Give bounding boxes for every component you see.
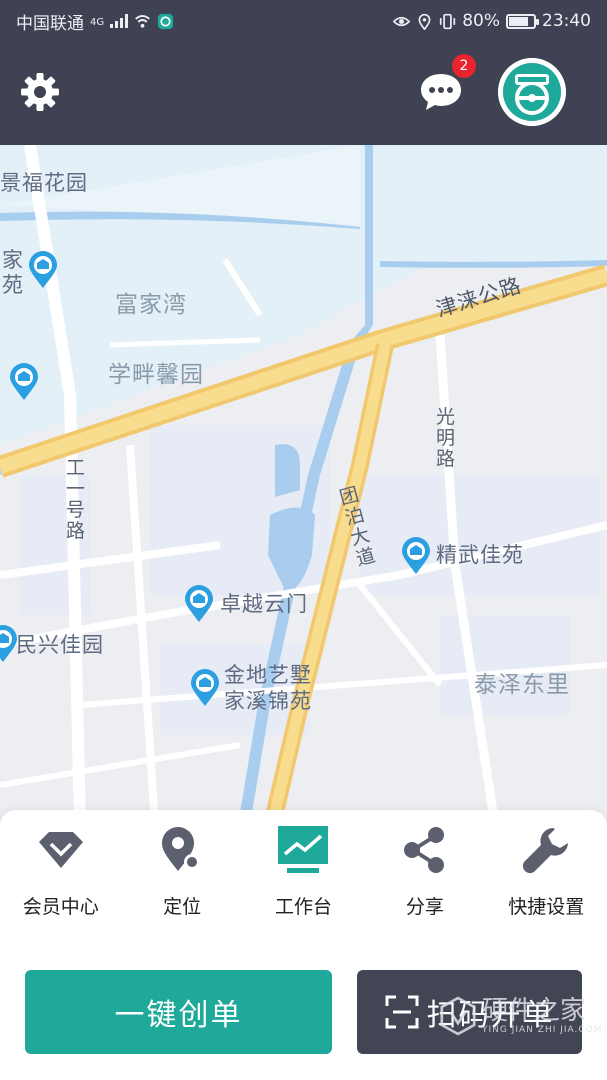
location-pin-icon: [162, 827, 201, 871]
tool-share[interactable]: 分享: [364, 824, 485, 919]
map-label-guangming: 光明路: [436, 406, 456, 470]
map-label-xuepan: 学畔馨园: [108, 362, 204, 388]
map-label-gongyi: 工一号路: [66, 457, 86, 542]
diamond-icon: [38, 832, 83, 868]
status-bar: 中国联通 4G 80% 23:40: [0, 0, 607, 42]
dashboard-chart-icon: [278, 826, 329, 873]
tool-workbench[interactable]: 工作台: [243, 824, 364, 919]
tool-label: 工作台: [274, 896, 332, 918]
map-view[interactable]: 景福花园 家 苑 富家湾 学畔馨园 津涞公路 光明路 工一号路 团泊大道 精武佳…: [0, 145, 607, 825]
map-canvas: [0, 145, 607, 825]
signal-icon: [110, 14, 129, 28]
eye-icon: [393, 16, 411, 26]
chat-bubble-icon[interactable]: [418, 70, 464, 114]
scan-frame-icon: [385, 995, 418, 1029]
battery-fill: [509, 16, 529, 26]
tool-label: 分享: [405, 896, 444, 918]
network-label: 4G: [90, 16, 105, 28]
wrench-icon: [523, 828, 569, 874]
watermark: 硬件之家 YING JIAN ZHI JIA.COM: [440, 996, 603, 1036]
clock: 23:40: [542, 11, 591, 31]
tool-quick-settings[interactable]: 快捷设置: [486, 824, 607, 919]
message-count-badge: 2: [452, 54, 476, 78]
map-label-jingwu: 精武佳苑: [436, 543, 524, 567]
poi-pin-icon[interactable]: [9, 363, 39, 401]
one-click-create-button[interactable]: 一键创单: [25, 970, 332, 1054]
map-label-minxing: 民兴佳园: [16, 633, 104, 657]
avatar[interactable]: [498, 58, 566, 126]
battery-icon: [506, 13, 539, 29]
share-icon: [403, 827, 444, 873]
map-label-jindi-2: 家溪锦苑: [224, 689, 312, 713]
map-label-zhuoyue: 卓越云门: [220, 592, 308, 616]
poi-pin-icon[interactable]: [28, 251, 58, 289]
watermark-logo: [440, 996, 476, 1036]
vibrate-icon: [440, 13, 456, 29]
app-notification-icon: [157, 13, 174, 29]
tool-row: 会员中心 定位 工作台 分享 快捷设置: [0, 824, 607, 919]
battery-percent: 80%: [462, 11, 500, 31]
gear-icon[interactable]: [18, 70, 62, 114]
watermark-subtitle: YING JIAN ZHI JIA.COM: [482, 1025, 603, 1035]
tool-label: 定位: [163, 896, 202, 918]
poi-pin-icon[interactable]: [401, 537, 431, 575]
carrier-label: 中国联通: [16, 13, 84, 34]
status-left: 中国联通 4G: [16, 9, 174, 34]
map-label-jingfu: 景福花园: [0, 171, 88, 195]
tool-label: 快捷设置: [508, 896, 585, 918]
watermark-title: 硬件之家: [482, 996, 587, 1026]
bottom-panel: 会员中心 定位 工作台 分享 快捷设置 一键创单 扫码开单: [0, 810, 607, 1080]
tool-location[interactable]: 定位: [121, 824, 242, 919]
wifi-icon: [135, 14, 151, 28]
poi-pin-icon[interactable]: [190, 669, 220, 707]
poi-pin-icon[interactable]: [184, 585, 214, 623]
map-label-fujiawan: 富家湾: [115, 292, 187, 318]
map-label-jia-b: 苑: [2, 273, 24, 297]
tool-member-center[interactable]: 会员中心: [0, 824, 121, 919]
map-label-taize: 泰泽东里: [474, 672, 570, 698]
status-right: 80% 23:40: [393, 11, 591, 31]
location-status-icon: [418, 13, 431, 30]
tool-label: 会员中心: [22, 896, 99, 918]
